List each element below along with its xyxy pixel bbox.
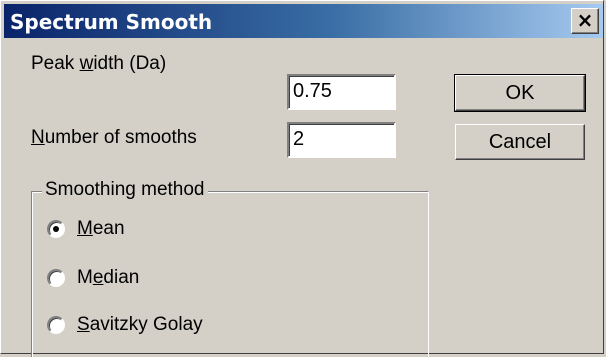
radio-label-median-post: dian xyxy=(103,267,140,288)
radio-option-mean[interactable]: Mean xyxy=(47,217,125,241)
radio-label-median-pre: M xyxy=(77,267,93,288)
peak-width-label-post: idth (Da) xyxy=(93,53,167,74)
peak-width-input[interactable]: 0.75 xyxy=(287,74,396,110)
peak-width-label: Peak width (Da) xyxy=(31,53,166,75)
smoothing-method-legend: Smoothing method xyxy=(42,179,208,201)
radio-button-savitzky-golay[interactable] xyxy=(47,316,65,334)
cancel-button[interactable]: Cancel xyxy=(455,124,585,160)
radio-label-savitzky-golay: Savitzky Golay xyxy=(77,314,203,336)
ok-button[interactable]: OK xyxy=(454,74,586,112)
radio-label-savitzky-golay-post: avitzky Golay xyxy=(89,314,203,335)
radio-option-savitzky-golay[interactable]: Savitzky Golay xyxy=(47,313,203,337)
close-icon: × xyxy=(576,8,594,32)
radio-label-median-mnemonic: e xyxy=(92,267,104,288)
radio-label-mean: Mean xyxy=(77,218,125,240)
spectrum-smooth-dialog: Spectrum Smooth × Peak width (Da) 0.75 N… xyxy=(0,0,604,357)
radio-button-median[interactable] xyxy=(47,269,65,287)
window-title: Spectrum Smooth xyxy=(10,10,213,34)
radio-label-median: Median xyxy=(77,267,139,289)
num-smooths-label-mnemonic: N xyxy=(31,127,45,148)
num-smooths-label-post: umber of smooths xyxy=(44,127,197,148)
radio-selected-dot xyxy=(53,226,59,232)
title-bar[interactable]: Spectrum Smooth × xyxy=(4,4,603,38)
peak-width-label-mnemonic: w xyxy=(79,53,94,74)
num-smooths-label: Number of smooths xyxy=(31,127,197,149)
radio-option-median[interactable]: Median xyxy=(47,266,139,290)
num-smooths-input[interactable]: 2 xyxy=(287,122,396,158)
close-button[interactable]: × xyxy=(571,8,599,34)
radio-label-savitzky-golay-mnemonic: S xyxy=(77,314,90,335)
radio-button-mean[interactable] xyxy=(47,220,65,238)
radio-label-mean-mnemonic: M xyxy=(77,218,93,239)
radio-label-mean-post: ean xyxy=(92,218,125,239)
peak-width-label-pre: Peak xyxy=(31,53,80,74)
smoothing-method-group: Smoothing method Mean Median Savitzky Go… xyxy=(31,179,429,357)
